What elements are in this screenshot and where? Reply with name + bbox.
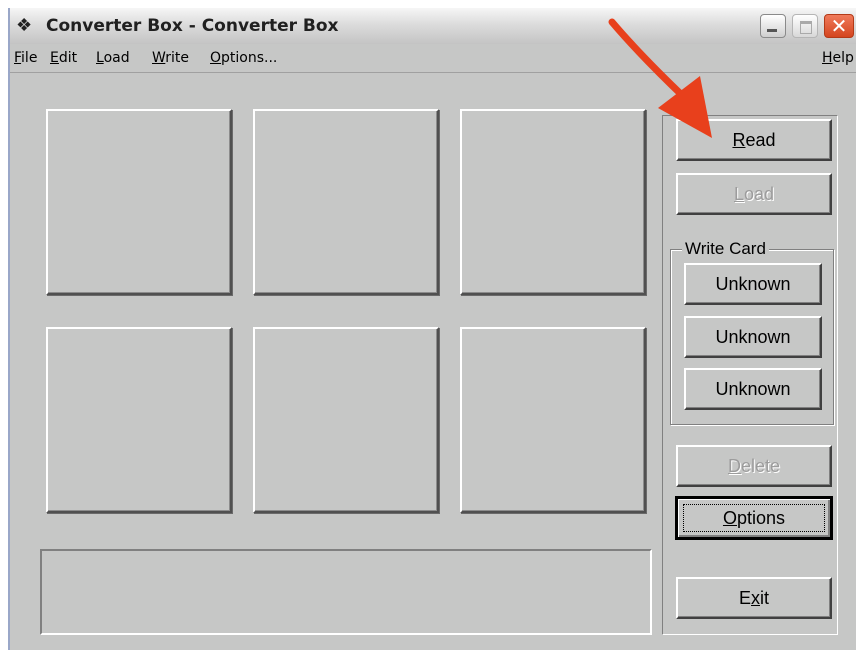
exit-label: Exit (738, 588, 769, 608)
write-slot-3-button[interactable]: Unknown (684, 368, 822, 410)
load-label: Load (733, 184, 775, 204)
minimize-button[interactable] (760, 14, 786, 38)
title-bar[interactable]: ❖ Converter Box - Converter Box ✕ (10, 8, 856, 44)
menu-write[interactable]: Write (152, 50, 189, 66)
delete-button[interactable]: Delete (676, 445, 832, 487)
write-slot-3-label: Unknown (715, 379, 791, 399)
options-label: Options (722, 508, 786, 528)
close-button[interactable]: ✕ (824, 14, 854, 38)
read-label: Read (732, 130, 776, 150)
menu-file[interactable]: File (14, 50, 37, 66)
menu-help[interactable]: Help (822, 50, 854, 66)
card-slot-5[interactable] (253, 327, 439, 513)
card-slot-1[interactable] (46, 109, 232, 295)
exit-button[interactable]: Exit (676, 577, 832, 619)
menu-bar: File Edit Load Write Options... Help (10, 44, 856, 73)
menu-edit[interactable]: Edit (50, 50, 77, 66)
write-slot-1-button[interactable]: Unknown (684, 263, 822, 305)
load-button[interactable]: Load (676, 173, 832, 215)
card-slot-2[interactable] (253, 109, 439, 295)
write-slot-2-button[interactable]: Unknown (684, 316, 822, 358)
status-box (40, 549, 652, 635)
card-slot-4[interactable] (46, 327, 232, 513)
write-slot-1-label: Unknown (715, 274, 791, 294)
client-area: Read Load Write Card Unknown Unknown Unk… (10, 73, 856, 650)
delete-label: Delete (727, 456, 781, 476)
write-slot-2-label: Unknown (715, 327, 791, 347)
read-button[interactable]: Read (676, 119, 832, 161)
maximize-icon (800, 21, 812, 34)
converter-box-window: ❖ Converter Box - Converter Box ✕ File E… (8, 8, 856, 650)
write-card-legend: Write Card (682, 239, 769, 259)
menu-options[interactable]: Options... (210, 50, 277, 66)
card-slot-6[interactable] (460, 327, 646, 513)
close-icon: ✕ (830, 14, 848, 38)
menu-load[interactable]: Load (96, 50, 130, 66)
options-button[interactable]: Options (675, 496, 833, 540)
maximize-button[interactable] (792, 14, 818, 38)
card-slot-3[interactable] (460, 109, 646, 295)
minimize-icon (767, 29, 777, 32)
app-icon: ❖ (16, 15, 33, 35)
window-title: Converter Box - Converter Box (46, 16, 339, 36)
